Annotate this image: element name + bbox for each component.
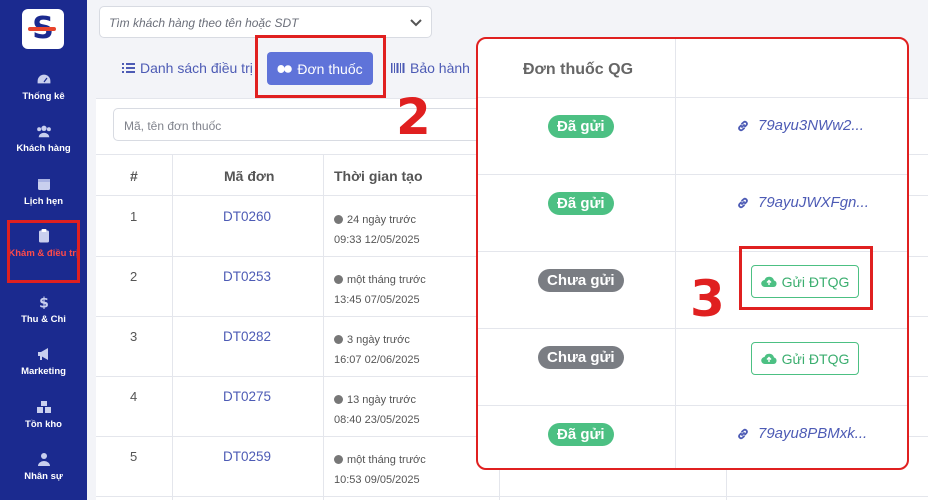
filter-placeholder: Mã, tên đơn thuốc [124,119,222,133]
link-icon [738,428,748,439]
created-time: một tháng trước 10:53 09/05/2025 [334,450,426,490]
row-index: 1 [130,209,138,224]
col-header-code: Mã đơn [224,168,275,184]
time-ago: 3 ngày trước [347,334,410,346]
created-time: 13 ngày trước 08:40 23/05/2025 [334,390,420,430]
tab-treatment-list[interactable]: Danh sách điều trị [122,57,253,79]
step-2-label: 2 [396,88,431,146]
prescription-code-link[interactable]: DT0260 [223,209,271,224]
timestamp: 08:40 23/05/2025 [334,414,420,426]
time-ago: 24 ngày trước [347,214,416,226]
created-time: 3 ngày trước 16:07 02/06/2025 [334,330,420,370]
time-ago: 13 ngày trước [347,394,416,406]
prescription-link[interactable]: 79ayu8PBMxk... [736,425,867,442]
customer-search-select[interactable]: Tìm khách hàng theo tên hoặc SDT [99,6,432,38]
sidebar-item-label: Khách hàng [16,143,71,154]
barcode-icon [391,63,405,73]
created-time: 24 ngày trước 09:33 12/05/2025 [334,210,420,250]
time-ago: một tháng trước [347,274,426,286]
status-badge: Đã gửi [548,423,614,446]
users-icon [36,125,51,138]
link-text: 79ayuJWXFgn... [758,194,869,211]
sidebar-item-label: Marketing [21,366,66,377]
status-badge: Đã gửi [548,115,614,138]
prescription-code-link[interactable]: DT0275 [223,389,271,404]
boxes-icon [36,401,51,413]
clock-icon [334,335,343,344]
calendar-icon [37,179,50,190]
panel-header-title: Đơn thuốc QG [523,61,634,78]
sidebar-item-marketing[interactable]: Marketing [0,347,87,378]
app-logo[interactable]: S [22,9,64,49]
dollar-icon: $ [39,296,49,310]
panel-row: Đã gửi 79ayu8PBMxk... [478,406,907,468]
status-badge: Chưa gửi [538,346,624,369]
panel-row: Chưa gửi Gửi ĐTQG [478,329,907,406]
clock-icon [334,395,343,404]
row-index: 5 [130,449,138,464]
sidebar-item-label: Thống kê [22,91,65,102]
created-time: một tháng trước 13:45 07/05/2025 [334,270,426,310]
timestamp: 13:45 07/05/2025 [334,294,420,306]
prescription-code-link[interactable]: DT0282 [223,329,271,344]
svg-text:$: $ [39,296,49,310]
prescription-code-link[interactable]: DT0259 [223,449,271,464]
highlight-box-step3 [739,246,873,310]
timestamp: 09:33 12/05/2025 [334,234,420,246]
status-badge: Chưa gửi [538,269,624,292]
sidebar-item-label: Nhân sự [24,471,63,482]
link-text: 79ayu3NWw2... [758,117,864,134]
timestamp: 16:07 02/06/2025 [334,354,420,366]
tab-label: Danh sách điều trị [140,60,253,76]
row-index: 2 [130,269,138,284]
highlight-box-step2 [255,35,386,98]
user-icon [37,453,50,466]
prescription-code-link[interactable]: DT0253 [223,269,271,284]
search-placeholder: Tìm khách hàng theo tên hoặc SDT [109,16,299,30]
button-label: Gửi ĐTQG [781,350,850,367]
prescription-link[interactable]: 79ayu3NWw2... [736,117,864,134]
timestamp: 10:53 09/05/2025 [334,474,420,486]
send-prescription-button[interactable]: Gửi ĐTQG [751,342,859,375]
sidebar-item-finance[interactable]: $ Thu & Chi [0,295,87,326]
panel-header: Đơn thuốc QG [478,39,907,98]
col-header-index: # [130,168,138,184]
panel-row: Đã gửi 79ayu3NWw2... [478,98,907,175]
highlight-box-step1 [7,220,80,283]
tab-label: Bảo hành [410,60,470,76]
step-3-label: 3 [690,270,725,328]
sidebar-item-label: Thu & Chi [21,314,66,325]
time-ago: một tháng trước [347,454,426,466]
list-icon [122,63,135,73]
sidebar-item-staff[interactable]: Nhân sự [0,452,87,483]
row-index: 4 [130,389,138,404]
cloud-upload-icon [760,353,777,365]
dashboard-icon [35,73,52,85]
link-text: 79ayu8PBMxk... [758,425,868,442]
sidebar-item-label: Tồn kho [25,419,62,430]
panel-row: Đã gửi 79ayuJWXFgn... [478,175,907,252]
sidebar-item-dashboard[interactable]: Thống kê [0,72,87,103]
sidebar-item-calendar[interactable]: Lịch hẹn [0,177,87,208]
link-icon [738,120,748,131]
tab-warranty[interactable]: Bảo hành [391,57,470,79]
link-icon [738,197,748,208]
row-index: 3 [130,329,138,344]
clock-icon [334,215,343,224]
clock-icon [334,275,343,284]
status-badge: Đã gửi [548,192,614,215]
sidebar-item-customers[interactable]: Khách hàng [0,124,87,155]
col-header-created: Thời gian tạo [334,168,423,184]
sidebar-item-label: Lịch hẹn [23,196,64,207]
prescription-link[interactable]: 79ayuJWXFgn... [736,194,869,211]
megaphone-icon [37,348,48,360]
sidebar-item-inventory[interactable]: Tồn kho [0,400,87,431]
chevron-down-icon [410,19,422,27]
clock-icon [334,455,343,464]
